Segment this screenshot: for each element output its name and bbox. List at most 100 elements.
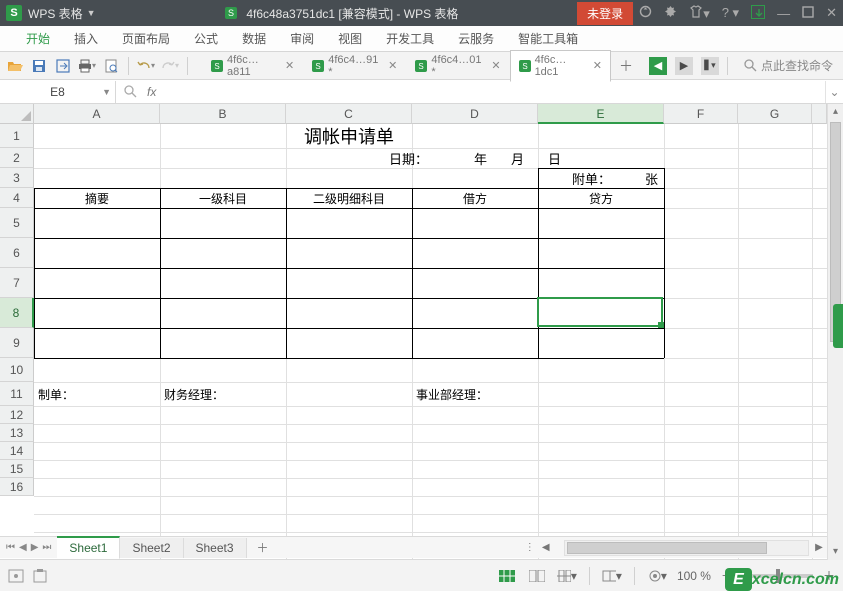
- row-header[interactable]: 16: [0, 478, 34, 496]
- title-cell[interactable]: 调帐申请单: [34, 124, 664, 148]
- minimize-button[interactable]: —: [777, 6, 790, 21]
- sheet-tab[interactable]: Sheet3: [184, 538, 247, 558]
- undo-icon[interactable]: ▾: [137, 57, 155, 75]
- row-header[interactable]: 12: [0, 406, 34, 424]
- eye-protect-icon[interactable]: ▾: [647, 568, 667, 584]
- preview-icon[interactable]: [102, 57, 120, 75]
- tab-close-icon[interactable]: ✕: [593, 59, 602, 72]
- menu-tab-view[interactable]: 视图: [326, 26, 374, 52]
- tab-list-button[interactable]: ▋▾: [701, 57, 719, 75]
- tab-close-icon[interactable]: ✕: [388, 59, 397, 72]
- record-macro-icon[interactable]: [8, 569, 24, 583]
- close-button[interactable]: ✕: [826, 5, 837, 21]
- help-icon[interactable]: ? ▾: [722, 5, 739, 21]
- login-badge[interactable]: 未登录: [577, 2, 633, 25]
- zoom-value[interactable]: 100 %: [677, 569, 711, 583]
- row-header[interactable]: 8: [0, 298, 34, 328]
- scroll-up-icon[interactable]: ▴: [828, 104, 843, 120]
- maker-cell[interactable]: 制单：: [34, 382, 160, 406]
- column-header[interactable]: A: [34, 104, 160, 124]
- menu-tab-cloud[interactable]: 云服务: [446, 26, 506, 52]
- finance-mgr-cell[interactable]: 财务经理：: [160, 382, 286, 406]
- skin-icon[interactable]: ▾: [689, 5, 710, 22]
- page-break-view-icon[interactable]: ▾: [557, 568, 577, 584]
- scroll-down-icon[interactable]: ▾: [828, 544, 843, 560]
- row-header[interactable]: 14: [0, 442, 34, 460]
- sync-icon[interactable]: [639, 5, 652, 21]
- sheet-next-icon[interactable]: ▶: [31, 542, 39, 553]
- row-header[interactable]: 9: [0, 328, 34, 358]
- sheet-tab[interactable]: Sheet2: [120, 538, 183, 558]
- document-tab[interactable]: S 4f6c4…91 * ✕: [303, 50, 406, 82]
- name-box[interactable]: E8 ▼: [0, 81, 116, 103]
- clipboard-icon[interactable]: [32, 569, 48, 583]
- selected-cell[interactable]: [537, 297, 663, 327]
- column-header[interactable]: F: [664, 104, 738, 124]
- column-header[interactable]: E: [538, 104, 664, 124]
- table-header[interactable]: 贷方: [538, 188, 664, 208]
- tab-close-icon[interactable]: ✕: [491, 59, 500, 72]
- table-header[interactable]: 一级科目: [160, 188, 286, 208]
- formula-expand-icon[interactable]: ⌄: [825, 81, 843, 103]
- column-header[interactable]: C: [286, 104, 412, 124]
- page-layout-view-icon[interactable]: [527, 568, 547, 584]
- table-header[interactable]: 二级明细科目: [286, 188, 412, 208]
- menu-tab-review[interactable]: 审阅: [278, 26, 326, 52]
- row-header[interactable]: 6: [0, 238, 34, 268]
- export-icon[interactable]: [54, 57, 72, 75]
- column-header[interactable]: B: [160, 104, 286, 124]
- hscroll-right-icon[interactable]: ▶: [811, 542, 827, 553]
- add-sheet-button[interactable]: ＋: [247, 539, 279, 556]
- horizontal-scrollbar[interactable]: [564, 540, 809, 556]
- menu-tab-start[interactable]: 开始: [14, 26, 62, 52]
- select-all-corner[interactable]: [0, 104, 34, 124]
- tab-close-icon[interactable]: ✕: [285, 59, 294, 72]
- row-header[interactable]: 7: [0, 268, 34, 298]
- tab-nav-right[interactable]: ▶: [675, 57, 693, 75]
- row-header[interactable]: 1: [0, 124, 34, 148]
- open-icon[interactable]: [6, 57, 24, 75]
- dept-mgr-cell[interactable]: 事业部经理：: [412, 382, 538, 406]
- row-header[interactable]: 13: [0, 424, 34, 442]
- column-header[interactable]: G: [738, 104, 812, 124]
- attachment-row[interactable]: 附单：张: [538, 168, 664, 188]
- menu-tab-devtools[interactable]: 开发工具: [374, 26, 446, 52]
- sheet-first-icon[interactable]: ⏮: [6, 542, 15, 553]
- menu-tab-insert[interactable]: 插入: [62, 26, 110, 52]
- spreadsheet-grid[interactable]: ABCDEFG 12345678910111213141516 调帐申请单日期：…: [0, 104, 843, 560]
- document-tab[interactable]: S 4f6c…a811 ✕: [202, 50, 303, 82]
- settings-icon[interactable]: [664, 5, 677, 21]
- find-icon[interactable]: [124, 85, 137, 98]
- row-header[interactable]: 10: [0, 358, 34, 382]
- sheet-tab[interactable]: Sheet1: [57, 536, 120, 559]
- fx-label[interactable]: fx: [147, 85, 156, 99]
- hscroll-thumb[interactable]: [567, 542, 767, 554]
- new-tab-button[interactable]: ＋: [611, 56, 641, 76]
- menu-tab-data[interactable]: 数据: [230, 26, 278, 52]
- document-tab[interactable]: S 4f6c4…01 * ✕: [406, 50, 509, 82]
- tab-nav-left[interactable]: ◀: [649, 57, 667, 75]
- row-header[interactable]: 5: [0, 208, 34, 238]
- side-panel-tab[interactable]: [833, 304, 843, 348]
- print-icon[interactable]: ▾: [78, 57, 96, 75]
- row-header[interactable]: 2: [0, 148, 34, 168]
- row-header[interactable]: 4: [0, 188, 34, 208]
- redo-icon[interactable]: ▾: [161, 57, 179, 75]
- reading-mode-icon[interactable]: ▾: [602, 568, 622, 584]
- document-tab[interactable]: S 4f6c…1dc1 ✕: [510, 50, 611, 82]
- row-header[interactable]: 15: [0, 460, 34, 478]
- sheet-last-icon[interactable]: ⏭: [42, 542, 51, 553]
- sheet-prev-icon[interactable]: ◀: [19, 542, 27, 553]
- hscroll-left-icon[interactable]: ◀: [538, 542, 554, 553]
- menu-tab-layout[interactable]: 页面布局: [110, 26, 182, 52]
- cells-area[interactable]: 调帐申请单日期：年月日附单：张摘要一级科目二级明细科目借方贷方制单：财务经理： 事…: [34, 124, 827, 560]
- menu-tab-smarttools[interactable]: 智能工具箱: [506, 26, 590, 52]
- table-header[interactable]: 借方: [412, 188, 538, 208]
- hscroll-split-icon[interactable]: ⋮: [522, 542, 538, 553]
- row-header[interactable]: 11: [0, 382, 34, 406]
- table-header[interactable]: 摘要: [34, 188, 160, 208]
- date-row[interactable]: 日期：年月日: [286, 148, 664, 168]
- normal-view-icon[interactable]: [497, 568, 517, 584]
- column-header[interactable]: D: [412, 104, 538, 124]
- row-header[interactable]: 3: [0, 168, 34, 188]
